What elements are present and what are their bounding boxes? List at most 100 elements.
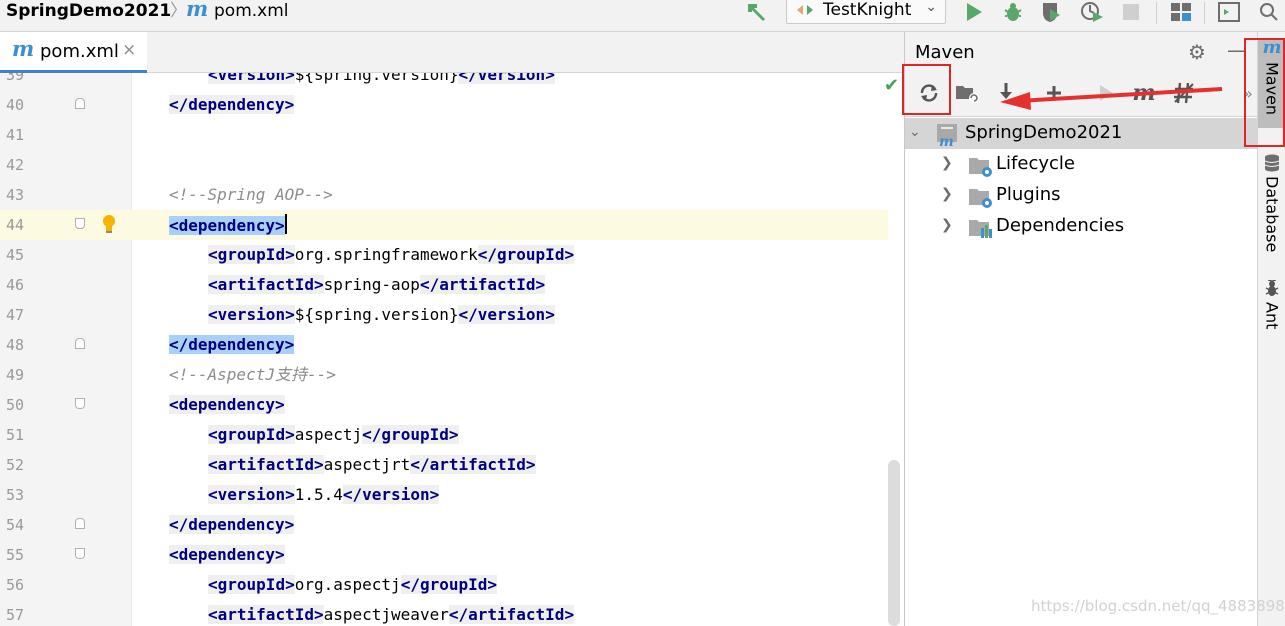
fold-marker-icon[interactable] [75, 398, 85, 409]
xml-value: aspectjweaver [323, 605, 449, 624]
fold-marker-icon[interactable] [75, 518, 85, 529]
close-icon[interactable]: × [122, 40, 136, 60]
chevron-down-icon: ⌄ [925, 0, 937, 15]
debug-icon[interactable] [1000, 0, 1026, 24]
code-text: <version>${spring.version}</version> [208, 73, 555, 86]
line-number: 45 [6, 246, 25, 264]
xml-tag: dependency [178, 395, 275, 414]
chevron-right-icon[interactable]: ❯ [941, 217, 953, 233]
xml-tag: groupId [217, 245, 286, 264]
side-tab-label: Database [1262, 176, 1282, 253]
breadcrumb-project[interactable]: SpringDemo2021 [6, 0, 171, 22]
intention-bulb-icon[interactable] [101, 214, 117, 234]
tree-item-dependencies[interactable]: ❯ Dependencies [905, 211, 1258, 242]
xml-comment: <!--Spring AOP--> [169, 185, 333, 204]
code-line[interactable]: 56 <groupId>org.aspectj</groupId> [0, 570, 888, 600]
xml-tag: artifactId [217, 605, 314, 624]
code-line[interactable]: 57 <artifactId>aspectjweaver</artifactId> [0, 600, 888, 626]
xml-tag: </ [410, 455, 430, 474]
gear-icon[interactable]: ⚙ [1188, 40, 1206, 64]
code-text: </dependency> [169, 334, 295, 356]
tree-label: Dependencies [996, 215, 1125, 236]
side-tab-database[interactable]: Database [1258, 154, 1285, 264]
vertical-scrollbar[interactable] [888, 460, 900, 626]
code-text: <dependency> [169, 544, 285, 566]
breadcrumb-file[interactable]: pom.xml [214, 0, 289, 22]
run-icon[interactable] [962, 0, 986, 24]
svg-text:m: m [939, 134, 954, 146]
xml-tag: < [208, 245, 218, 264]
code-line[interactable]: 54 </dependency> [0, 510, 888, 540]
generate-sources-icon[interactable] [955, 80, 981, 106]
xml-tag: > [545, 305, 555, 324]
tree-item-plugins[interactable]: ❯ Plugins [905, 180, 1258, 211]
xml-tag: artifactId [468, 605, 565, 624]
xml-tag: </ [342, 485, 363, 504]
xml-tag: > [313, 605, 324, 624]
xml-tag: version [362, 485, 430, 504]
xml-tag: > [487, 575, 498, 594]
code-line[interactable]: 46 <artifactId>spring-aop</artifactId> [0, 270, 888, 300]
stop-icon[interactable] [1120, 0, 1142, 24]
xml-value: aspectj [294, 425, 363, 444]
hammer-icon[interactable] [744, 0, 770, 24]
code-editor[interactable]: 39 <version>${spring.version}</version> 40… [0, 73, 904, 626]
tree-root-project[interactable]: ⌄ m SpringDemo2021 [905, 118, 1258, 149]
toggle-offline-icon[interactable] [1171, 80, 1197, 106]
xml-tag: artifactId [217, 455, 314, 474]
add-icon[interactable] [1041, 80, 1067, 106]
code-line[interactable]: 45 <groupId>org.springframework</groupId> [0, 240, 888, 270]
xml-tag: > [285, 305, 295, 324]
side-tab-ant[interactable]: Ant [1258, 280, 1285, 340]
code-line[interactable]: 48 </dependency> [0, 330, 888, 360]
code-line[interactable]: 43 <!--Spring AOP--> [0, 180, 888, 210]
xml-tag: > [525, 455, 536, 474]
search-everywhere-icon[interactable] [1258, 0, 1280, 24]
tree-label: SpringDemo2021 [965, 122, 1123, 143]
code-line[interactable]: 53 <version>1.5.4</version> [0, 480, 888, 510]
code-line[interactable]: 49 <!--AspectJ支持--> [0, 360, 888, 390]
code-line[interactable]: 52 <artifactId>aspectjrt</artifactId> [0, 450, 888, 480]
chevron-right-icon[interactable]: ❯ [941, 155, 953, 171]
code-line[interactable]: 39 <version>${spring.version}</version> [0, 73, 888, 90]
inspection-ok-icon[interactable]: ✔ [884, 75, 899, 96]
tree-item-lifecycle[interactable]: ❯ Lifecycle [905, 149, 1258, 180]
coverage-icon[interactable] [1038, 0, 1064, 24]
xml-tag: < [208, 305, 218, 324]
maven-panel-header: Maven ⚙ — [905, 32, 1258, 72]
line-number: 39 [6, 73, 25, 84]
run-configuration-select[interactable]: TestKnight ⌄ [786, 0, 946, 24]
code-line[interactable]: 42 [0, 150, 888, 180]
tree-label: Lifecycle [996, 153, 1075, 174]
xml-tag: artifactId [439, 275, 536, 294]
xml-tag: > [285, 73, 295, 84]
xml-tag: > [284, 95, 295, 114]
maven-goal-icon[interactable]: m [1131, 80, 1157, 106]
code-line[interactable]: 40 </dependency> [0, 90, 888, 120]
watermark: https://blog.csdn.net/qq_48838980 [1031, 597, 1285, 615]
maven-tool-window: Maven ⚙ — m » ⌄ m SpringDemo2021 ❯ Lifec… [902, 32, 1258, 626]
fold-marker-icon[interactable] [75, 98, 85, 109]
code-line[interactable]: 51 <groupId>aspectj</groupId> [0, 420, 888, 450]
download-icon[interactable] [993, 80, 1019, 106]
terminal-icon[interactable] [1216, 0, 1242, 24]
fold-marker-icon[interactable] [75, 218, 85, 229]
line-number: 40 [6, 96, 25, 114]
code-line[interactable]: 41 [0, 120, 888, 150]
profile-icon[interactable] [1078, 0, 1106, 24]
code-line[interactable]: 47 <version>${spring.version}</version> [0, 300, 888, 330]
project-structure-icon[interactable] [1168, 0, 1194, 24]
run-icon[interactable] [1093, 80, 1119, 106]
xml-tag: < [208, 73, 218, 84]
code-line[interactable]: 44 <dependency> [0, 210, 888, 240]
xml-tag: </ [362, 425, 382, 444]
toolbar-separator [1204, 2, 1205, 24]
fold-marker-icon[interactable] [75, 338, 85, 349]
code-line[interactable]: 50 <dependency> [0, 390, 888, 420]
code-text: <groupId>org.springframework</groupId> [208, 244, 575, 266]
tab-pom-xml[interactable]: m pom.xml × [0, 32, 147, 73]
chevron-down-icon[interactable]: ⌄ [909, 124, 921, 140]
chevron-right-icon[interactable]: ❯ [941, 186, 953, 202]
fold-marker-icon[interactable] [75, 548, 85, 559]
code-line[interactable]: 55 <dependency> [0, 540, 888, 570]
